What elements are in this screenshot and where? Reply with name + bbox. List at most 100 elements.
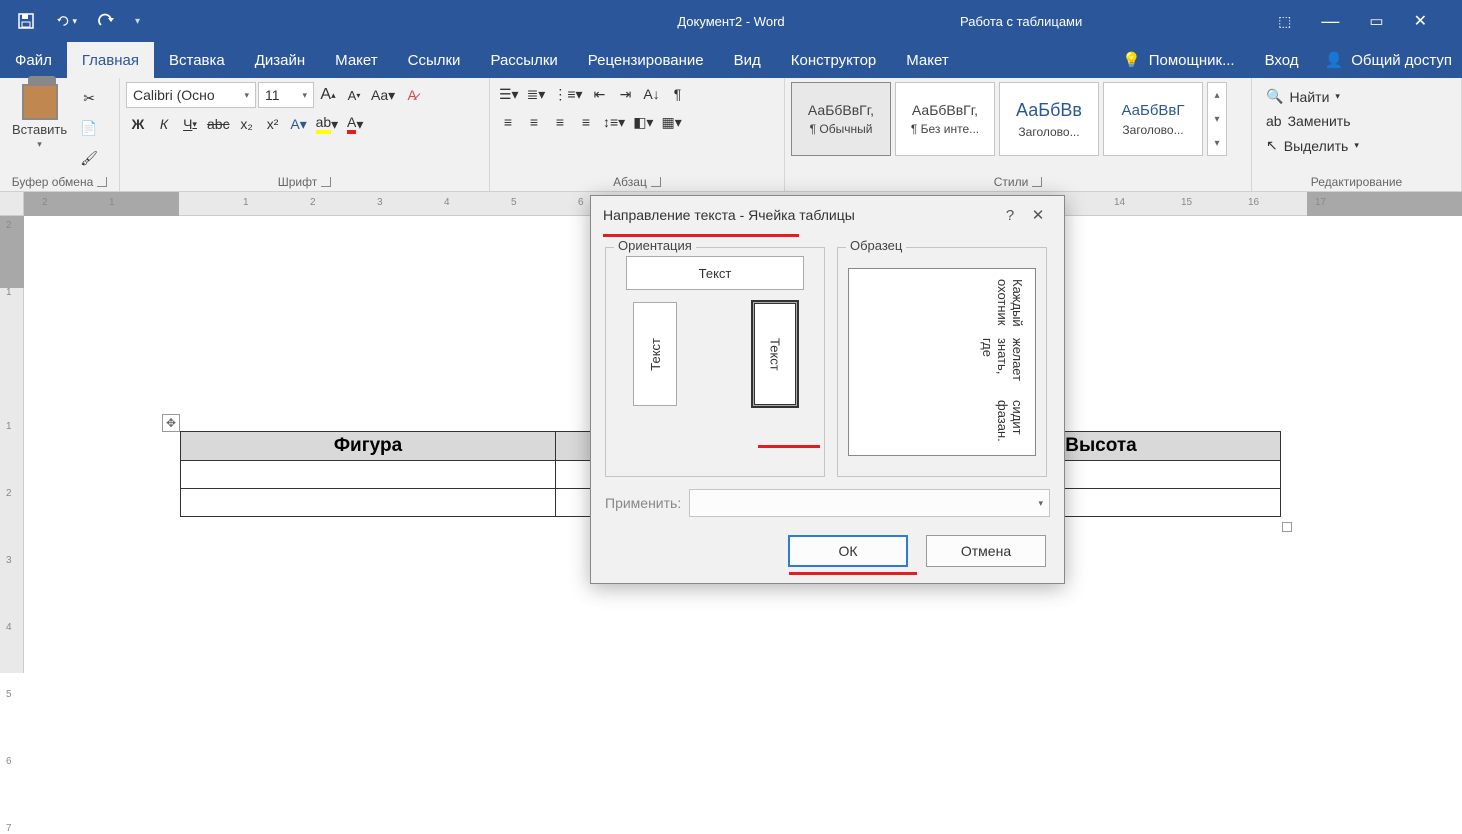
clipboard-group-label: Буфер обмена — [12, 175, 94, 189]
cut-icon[interactable]: ✂ — [77, 86, 101, 110]
strike-button[interactable]: abc — [204, 112, 233, 136]
table-resize-handle-icon[interactable] — [1282, 522, 1292, 532]
tab-design[interactable]: Дизайн — [240, 42, 320, 78]
save-icon[interactable] — [15, 10, 37, 32]
find-button[interactable]: 🔍Найти▾ — [1258, 86, 1455, 107]
tab-insert[interactable]: Вставка — [154, 42, 240, 78]
dialog-launcher-icon[interactable] — [1032, 177, 1042, 187]
maximize-icon[interactable]: ▭ — [1369, 12, 1383, 30]
style-normal[interactable]: АаБбВвГг,¶ Обычный — [791, 82, 891, 156]
shading-icon[interactable]: ◧▾ — [630, 110, 656, 134]
dialog-launcher-icon[interactable] — [97, 177, 107, 187]
paste-button[interactable]: Вставить ▾ — [6, 82, 73, 152]
tab-home[interactable]: Главная — [67, 42, 154, 78]
style-heading2[interactable]: АаБбВвГЗаголово... — [1103, 82, 1203, 156]
subscript-button[interactable]: x₂ — [235, 112, 259, 136]
tab-file[interactable]: Файл — [0, 42, 67, 78]
dialog-titlebar: Направление текста - Ячейка таблицы ? ✕ — [591, 196, 1064, 234]
align-right-icon[interactable]: ≡ — [548, 110, 572, 134]
table-cell[interactable] — [181, 489, 556, 517]
style-heading1[interactable]: АаБбВвЗаголово... — [999, 82, 1099, 156]
dialog-launcher-icon[interactable] — [321, 177, 331, 187]
table-cell[interactable] — [181, 461, 556, 489]
orientation-vertical-up[interactable]: Текст — [633, 302, 677, 406]
cancel-button[interactable]: Отмена — [926, 535, 1046, 567]
tab-layout[interactable]: Макет — [320, 42, 392, 78]
bold-button[interactable]: Ж — [126, 112, 150, 136]
tab-references[interactable]: Ссылки — [393, 42, 476, 78]
sample-line: сидит фазан. — [859, 400, 1025, 445]
tab-mailings[interactable]: Рассылки — [475, 42, 572, 78]
apply-dropdown[interactable]: ▾ — [689, 489, 1050, 517]
group-font: Calibri (Осно▾ 11▾ A▴ A▾ Aa▾ A̷ Ж К Ч ▾ … — [120, 78, 490, 191]
table-move-handle-icon[interactable]: ✥ — [162, 414, 180, 432]
redo-icon[interactable] — [95, 10, 117, 32]
tab-view[interactable]: Вид — [719, 42, 776, 78]
borders-icon[interactable]: ▦▾ — [658, 110, 684, 134]
font-size-value: 11 — [265, 87, 280, 103]
align-left-icon[interactable]: ≡ — [496, 110, 520, 134]
window-controls: ⬚ — ▭ ✕ — [1278, 11, 1462, 32]
font-size-dropdown[interactable]: 11▾ — [258, 82, 314, 108]
align-center-icon[interactable]: ≡ — [522, 110, 546, 134]
font-color-icon[interactable]: A▾ — [343, 112, 367, 136]
share-button[interactable]: Общий доступ — [1351, 52, 1452, 69]
lightbulb-icon: 💡 — [1122, 51, 1141, 69]
replace-label: Заменить — [1288, 113, 1351, 129]
font-name-dropdown[interactable]: Calibri (Осно▾ — [126, 82, 256, 108]
line-spacing-icon[interactable]: ↕≡▾ — [600, 110, 628, 134]
indent-left-icon[interactable]: ⇤ — [588, 82, 612, 106]
orientation-label: Текст — [768, 338, 783, 371]
help-button[interactable]: ? — [996, 207, 1024, 224]
multilevel-icon[interactable]: ⋮≡▾ — [550, 82, 585, 106]
signin-button[interactable]: Вход — [1265, 52, 1299, 69]
replace-button[interactable]: abЗаменить — [1258, 111, 1455, 131]
italic-button[interactable]: К — [152, 112, 176, 136]
show-marks-icon[interactable]: ¶ — [666, 82, 690, 106]
clipboard-icon — [22, 84, 58, 120]
shrink-font-icon[interactable]: A▾ — [342, 83, 366, 107]
style-name: Заголово... — [1018, 125, 1079, 139]
font-name-value: Calibri (Осно — [133, 87, 215, 103]
grow-font-icon[interactable]: A▴ — [316, 83, 340, 107]
highlight-icon[interactable]: ab▾ — [313, 112, 342, 136]
style-sample: АаБбВвГг, — [808, 102, 874, 118]
tab-constructor[interactable]: Конструктор — [776, 42, 892, 78]
dialog-launcher-icon[interactable] — [651, 177, 661, 187]
ribbon-options-icon[interactable]: ⬚ — [1278, 13, 1291, 30]
change-case-icon[interactable]: Aa▾ — [368, 83, 398, 107]
undo-icon[interactable]: ▾ — [55, 10, 77, 32]
bullets-icon[interactable]: ☰▾ — [496, 82, 522, 106]
dialog-close-icon[interactable]: ✕ — [1024, 206, 1052, 224]
ok-button[interactable]: ОК — [788, 535, 908, 567]
table-header-col1[interactable]: Фигура — [181, 432, 556, 461]
underline-button[interactable]: Ч ▾ — [178, 112, 202, 136]
dialog-title-text: Направление текста - Ячейка таблицы — [603, 207, 855, 223]
orientation-horizontal[interactable]: Текст — [626, 256, 804, 290]
select-label: Выделить — [1284, 138, 1349, 154]
justify-icon[interactable]: ≡ — [574, 110, 598, 134]
paste-label: Вставить — [12, 122, 67, 137]
helper-field[interactable]: Помощник... — [1149, 52, 1235, 69]
paragraph-group-label: Абзац — [613, 175, 647, 189]
ribbon-tabs: Файл Главная Вставка Дизайн Макет Ссылки… — [0, 42, 1462, 78]
style-no-spacing[interactable]: АаБбВвГг,¶ Без инте... — [895, 82, 995, 156]
select-button[interactable]: ↖Выделить▾ — [1258, 135, 1455, 156]
text-effects-icon[interactable]: A▾ — [287, 112, 311, 136]
format-painter-icon[interactable]: 🖌 — [77, 146, 101, 170]
minimize-icon[interactable]: — — [1321, 11, 1339, 32]
orientation-vertical-down[interactable]: Текст — [753, 302, 797, 406]
numbering-icon[interactable]: ≣▾ — [524, 82, 549, 106]
search-icon: 🔍 — [1266, 88, 1283, 105]
copy-icon[interactable]: 📄 — [77, 116, 101, 140]
tab-review[interactable]: Рецензирование — [573, 42, 719, 78]
close-icon[interactable]: ✕ — [1414, 11, 1427, 31]
ruler-vertical[interactable]: 211234567 — [0, 216, 24, 673]
superscript-button[interactable]: x² — [261, 112, 285, 136]
indent-right-icon[interactable]: ⇥ — [614, 82, 638, 106]
tab-table-layout[interactable]: Макет — [891, 42, 963, 78]
style-name: Заголово... — [1122, 123, 1183, 137]
clear-format-icon[interactable]: A̷ — [400, 83, 424, 107]
styles-more-button[interactable]: ▴▾▾ — [1207, 82, 1227, 156]
sort-icon[interactable]: A↓ — [640, 82, 664, 106]
